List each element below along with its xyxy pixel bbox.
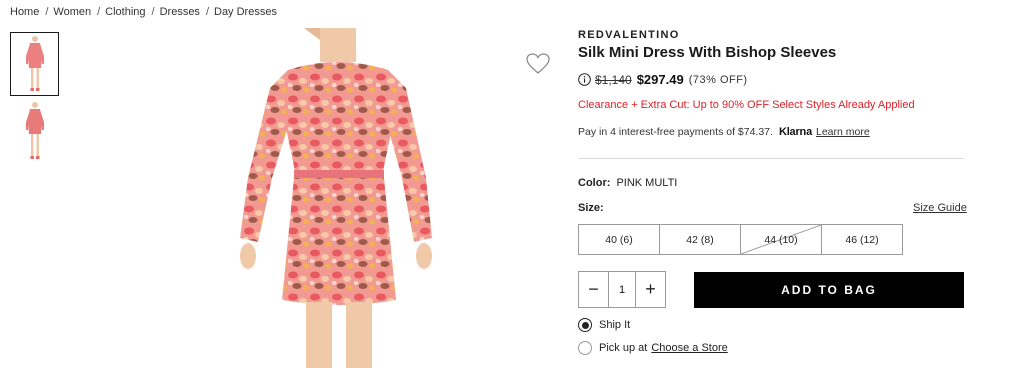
dress-thumbnail-image <box>25 102 44 159</box>
breadcrumb-women[interactable]: Women <box>53 6 91 18</box>
quantity-decrease-button[interactable]: − <box>579 272 608 307</box>
product-title: Silk Mini Dress With Bishop Sleeves <box>578 44 837 61</box>
ship-it-radio[interactable] <box>578 318 592 332</box>
dress-model-image <box>240 28 432 368</box>
breadcrumb-day-dresses[interactable]: Day Dresses <box>214 6 277 18</box>
klarna-text: Pay in 4 interest-free payments of $74.3… <box>578 126 773 138</box>
original-price: $1,140 <box>595 72 632 87</box>
price-row: $1,140 $297.49 (73% OFF) <box>578 72 748 87</box>
clearance-message: Clearance + Extra Cut: Up to 90% OFF Sel… <box>578 99 915 111</box>
breadcrumb: Home / Women / Clothing / Dresses / Day Dresses <box>10 6 277 18</box>
info-circle-icon[interactable] <box>578 73 591 86</box>
size-label: Size: <box>578 202 604 214</box>
size-option-44-unavailable[interactable]: 44 (10) <box>740 224 822 255</box>
quantity-stepper: − 1 + <box>578 271 666 308</box>
ship-it-label: Ship It <box>599 319 631 331</box>
size-guide-link[interactable]: Size Guide <box>913 202 967 214</box>
pickup-option[interactable]: Pick up at Choose a Store <box>578 341 728 355</box>
pickup-label: Pick up at <box>599 342 648 354</box>
breadcrumb-dresses[interactable]: Dresses <box>160 6 200 18</box>
size-option-label: 42 (8) <box>686 233 714 246</box>
klarna-installments: Pay in 4 interest-free payments of $74.3… <box>578 126 870 138</box>
color-label: Color: <box>578 177 611 189</box>
size-option-label: 44 (10) <box>764 233 798 246</box>
dress-thumbnail-image <box>25 36 44 91</box>
product-brand[interactable]: REDVALENTINO <box>578 29 680 41</box>
klarna-learn-more-link[interactable]: Learn more <box>816 126 870 138</box>
color-selection: Color: PINK MULTI <box>578 177 677 189</box>
sale-price: $297.49 <box>636 72 684 87</box>
breadcrumb-home[interactable]: Home <box>10 6 39 18</box>
quantity-increase-button[interactable]: + <box>636 272 665 307</box>
choose-store-link[interactable]: Choose a Store <box>651 342 727 354</box>
breadcrumb-separator: / <box>45 6 49 18</box>
klarna-logo: Klarna <box>778 126 812 138</box>
wishlist-heart-icon[interactable] <box>526 53 550 75</box>
color-value: PINK MULTI <box>616 177 678 189</box>
thumbnail-back[interactable] <box>10 100 59 164</box>
thumbnail-front[interactable] <box>10 32 59 96</box>
breadcrumb-clothing[interactable]: Clothing <box>105 6 145 18</box>
size-option-42[interactable]: 42 (8) <box>659 224 741 255</box>
breadcrumb-separator: / <box>151 6 155 18</box>
add-to-bag-button[interactable]: ADD TO BAG <box>694 272 964 308</box>
size-option-label: 46 (12) <box>845 233 879 246</box>
breadcrumb-separator: / <box>205 6 209 18</box>
size-option-40[interactable]: 40 (6) <box>578 224 660 255</box>
ship-it-option[interactable]: Ship It <box>578 318 630 332</box>
size-options: 40 (6) 42 (8) 44 (10) 46 (12) <box>578 224 903 255</box>
size-option-label: 40 (6) <box>605 233 633 246</box>
breadcrumb-separator: / <box>97 6 101 18</box>
pickup-radio[interactable] <box>578 341 592 355</box>
quantity-value[interactable]: 1 <box>608 272 636 307</box>
size-option-46[interactable]: 46 (12) <box>821 224 903 255</box>
discount-percent: (73% OFF) <box>688 73 748 86</box>
product-main-image[interactable] <box>200 28 480 368</box>
divider <box>578 158 964 159</box>
